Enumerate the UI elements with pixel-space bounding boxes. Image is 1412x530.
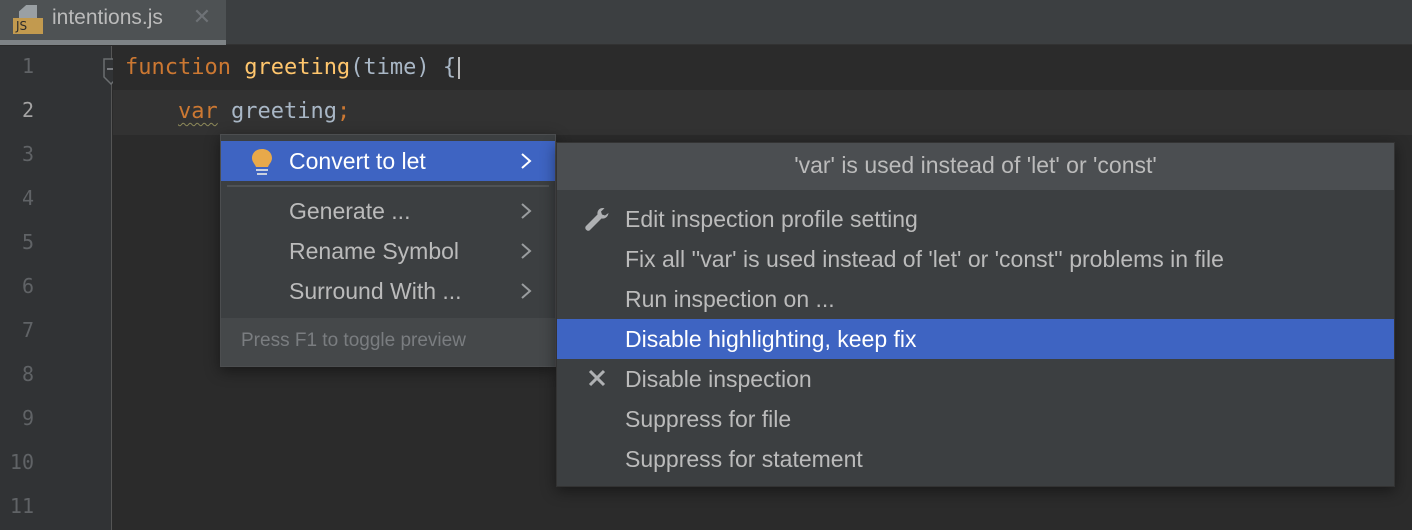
close-tab-icon[interactable]: ✕: [192, 6, 212, 28]
tab-title: intentions.js: [52, 6, 163, 29]
line-number: 10: [9, 450, 34, 474]
wrench-icon: [585, 208, 609, 231]
code-token: greeting: [217, 99, 337, 124]
text-caret: [458, 57, 461, 79]
submenu-item-label: Run inspection on ...: [625, 286, 835, 312]
js-file-icon: JS: [13, 5, 45, 35]
menu-item-label: Rename Symbol: [289, 237, 460, 264]
inspection-warning-token[interactable]: var: [178, 99, 218, 124]
submenu-item-disable-highlighting[interactable]: Disable highlighting, keep fix: [557, 319, 1394, 359]
line-number-gutter: 1 2 3 4 5 6 7 8 9 10 11: [0, 46, 112, 530]
submenu-item-fix-all[interactable]: Fix all ''var' is used instead of 'let' …: [557, 239, 1394, 279]
line-number: 1: [21, 54, 34, 78]
submenu-item-label: Disable inspection: [625, 366, 812, 392]
submenu-item-disable-inspection[interactable]: Disable inspection: [557, 359, 1394, 399]
submenu-item-label: Fix all ''var' is used instead of 'let' …: [625, 246, 1224, 272]
submenu-item-label: Edit inspection profile setting: [625, 206, 918, 232]
menu-item-rename-symbol[interactable]: Rename Symbol: [221, 231, 555, 271]
preview-hint: Press F1 to toggle preview: [241, 330, 466, 351]
intention-actions-popup: Convert to let Generate ... Rename Symbo…: [220, 134, 556, 367]
menu-item-surround-with[interactable]: Surround With ...: [221, 271, 555, 311]
submenu-item-run-inspection[interactable]: Run inspection on ...: [557, 279, 1394, 319]
menu-item-label: Generate ...: [289, 197, 411, 224]
submenu-item-suppress-for-file[interactable]: Suppress for file: [557, 399, 1394, 439]
code-line-2: var greeting;: [125, 99, 350, 124]
menu-item-convert-to-let[interactable]: Convert to let: [221, 141, 555, 181]
inspection-options-submenu: 'var' is used instead of 'let' or 'const…: [556, 142, 1395, 487]
line-number: 5: [21, 230, 34, 254]
submenu-item-label: Suppress for statement: [625, 446, 863, 472]
chevron-right-icon: [521, 153, 532, 169]
chevron-right-icon: [521, 283, 532, 299]
line-number: 8: [21, 362, 34, 386]
line-number: 4: [21, 186, 34, 210]
menu-separator: [227, 185, 549, 187]
menu-item-label: Surround With ...: [289, 277, 462, 304]
submenu-item-suppress-for-statement[interactable]: Suppress for statement: [557, 439, 1394, 479]
menu-item-label: Convert to let: [289, 147, 426, 174]
tab-intentions-js[interactable]: JS intentions.js ✕: [0, 0, 226, 45]
code-line-1: function greeting(time) {: [125, 55, 461, 80]
submenu-item-label: Suppress for file: [625, 406, 792, 432]
menu-item-generate[interactable]: Generate ...: [221, 191, 555, 231]
active-tab-indicator: [0, 40, 226, 45]
chevron-right-icon: [521, 203, 532, 219]
line-number: 9: [21, 406, 34, 430]
code-token: ;: [336, 99, 351, 124]
line-number: 2: [21, 98, 34, 122]
line-number: 3: [21, 142, 34, 166]
code-token: greeting: [244, 55, 351, 80]
line-number: 6: [21, 274, 34, 298]
submenu-item-edit-inspection-profile[interactable]: Edit inspection profile setting: [557, 199, 1394, 239]
editor-tab-bar: JS intentions.js ✕: [0, 0, 1412, 45]
chevron-right-icon: [521, 243, 532, 259]
submenu-header: 'var' is used instead of 'let' or 'const…: [557, 143, 1394, 190]
lightbulb-icon: [252, 149, 272, 175]
code-token: (time) {: [350, 55, 457, 80]
close-icon: [588, 369, 606, 387]
code-token: function: [125, 55, 231, 80]
submenu-item-label: Disable highlighting, keep fix: [625, 326, 917, 352]
line-number: 7: [21, 318, 34, 342]
popup-footer: Press F1 to toggle preview: [221, 318, 555, 366]
line-number: 11: [9, 494, 34, 518]
